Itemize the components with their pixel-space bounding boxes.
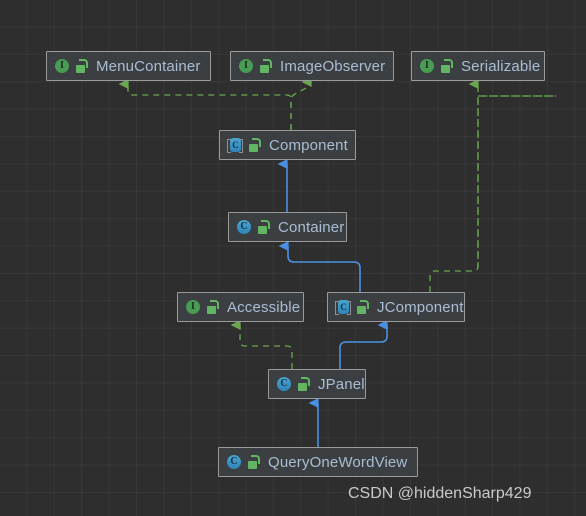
node-label: Accessible [227, 298, 301, 316]
public-unlocked-icon [439, 59, 453, 73]
node-label: QueryOneWordView [268, 453, 408, 471]
node-imageobserver[interactable]: I ImageObserver [230, 51, 394, 81]
abstract-class-icon: C [335, 299, 351, 315]
node-icons: C [226, 454, 260, 470]
public-unlocked-icon [74, 59, 88, 73]
edge-jcomponent-implements-serializable [429, 79, 556, 292]
node-label: ImageObserver [280, 57, 386, 75]
edge-component-implements-menucontainer [118, 79, 292, 130]
node-icons: C [276, 376, 310, 392]
uml-diagram-canvas[interactable]: I MenuContainer I ImageObserver I Serial… [0, 0, 586, 516]
node-label: MenuContainer [96, 57, 201, 75]
public-unlocked-icon [247, 138, 261, 152]
node-container[interactable]: C Container [228, 212, 347, 242]
public-unlocked-icon [256, 220, 270, 234]
interface-icon: I [185, 299, 201, 315]
edge-jcomponent-extends-container [278, 241, 361, 292]
public-unlocked-icon [296, 377, 310, 391]
node-icons: I [419, 58, 453, 74]
node-icons: C [335, 299, 369, 315]
node-icons: I [238, 58, 272, 74]
csdn-watermark: CSDN @hiddenSharp429 [348, 485, 532, 502]
node-menucontainer[interactable]: I MenuContainer [46, 51, 211, 81]
node-label: Serializable [461, 57, 541, 75]
node-icons: I [185, 299, 219, 315]
class-icon: C [226, 454, 242, 470]
abstract-class-icon: C [227, 137, 243, 153]
edge-jpanel-implements-accessible [230, 320, 293, 369]
node-component[interactable]: C Component [219, 130, 356, 160]
edge-jpanel-extends-jcomponent [339, 320, 388, 369]
node-icons: I [54, 58, 88, 74]
interface-icon: I [419, 58, 435, 74]
edge-component-implements-imageobserver [290, 77, 312, 130]
class-icon: C [236, 219, 252, 235]
interface-icon: I [54, 58, 70, 74]
public-unlocked-icon [246, 455, 260, 469]
node-label: JPanel [318, 375, 365, 393]
node-icons: C [236, 219, 270, 235]
node-jcomponent[interactable]: C JComponent [327, 292, 465, 322]
node-serializable[interactable]: I Serializable [411, 51, 545, 81]
node-jpanel[interactable]: C JPanel [268, 369, 366, 399]
node-queryonewordview[interactable]: C QueryOneWordView [218, 447, 418, 477]
public-unlocked-icon [258, 59, 272, 73]
node-label: Component [269, 136, 348, 154]
node-accessible[interactable]: I Accessible [177, 292, 304, 322]
node-label: JComponent [377, 298, 464, 316]
class-icon: C [276, 376, 292, 392]
node-icons: C [227, 137, 261, 153]
public-unlocked-icon [355, 300, 369, 314]
node-label: Container [278, 218, 345, 236]
public-unlocked-icon [205, 300, 219, 314]
interface-icon: I [238, 58, 254, 74]
